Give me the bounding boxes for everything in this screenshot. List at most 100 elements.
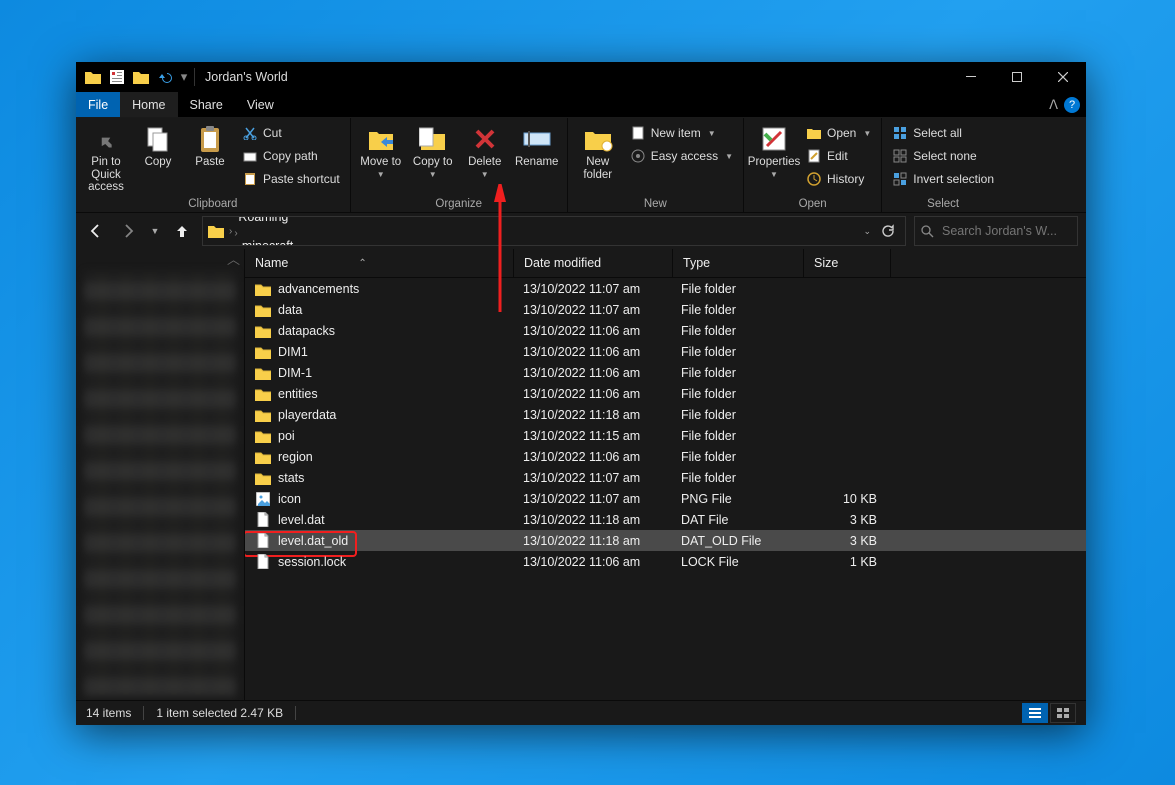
addr-dropdown-icon[interactable]: ⌄ [863, 226, 871, 237]
file-name: level.dat_old [278, 534, 348, 548]
file-type: File folder [671, 387, 801, 401]
file-row[interactable]: entities13/10/2022 11:06 amFile folder [245, 383, 1086, 404]
select-none-button[interactable]: Select none [888, 145, 998, 167]
nav-forward-button[interactable] [116, 219, 140, 243]
maximize-button[interactable] [994, 62, 1040, 92]
delete-button[interactable]: Delete ▼ [461, 120, 509, 179]
addr-folder-icon [207, 222, 225, 240]
addr-chevron-icon[interactable]: › [229, 226, 232, 237]
file-name: advancements [278, 282, 359, 296]
copy-icon [143, 124, 173, 154]
file-type: DAT_OLD File [671, 534, 801, 548]
copy-to-icon [418, 124, 448, 154]
new-folder-button[interactable]: New folder [574, 120, 622, 181]
file-row[interactable]: DIM113/10/2022 11:06 amFile folder [245, 341, 1086, 362]
nav-up-button[interactable] [170, 219, 194, 243]
file-row[interactable]: playerdata13/10/2022 11:18 amFile folder [245, 404, 1086, 425]
file-type: LOCK File [671, 555, 801, 569]
file-type: File folder [671, 366, 801, 380]
copy-path-icon [242, 148, 258, 164]
nav-pane[interactable]: ︿ [76, 249, 245, 700]
properties-icon [759, 124, 789, 154]
file-name: DIM-1 [278, 366, 312, 380]
view-large-icons-button[interactable] [1050, 703, 1076, 723]
move-to-button[interactable]: Move to ▼ [357, 120, 405, 179]
view-details-button[interactable] [1022, 703, 1048, 723]
invert-selection-button[interactable]: Invert selection [888, 168, 998, 190]
cut-button[interactable]: Cut [238, 122, 344, 144]
file-row[interactable]: data13/10/2022 11:07 amFile folder [245, 299, 1086, 320]
select-all-icon [892, 125, 908, 141]
breadcrumb[interactable]: .minecraft [234, 239, 373, 247]
move-to-icon [366, 124, 396, 154]
search-box[interactable] [914, 216, 1078, 246]
new-item-icon [630, 125, 646, 141]
copy-path-button[interactable]: Copy path [238, 145, 344, 167]
address-bar[interactable]: › Jordan Jamieson-Mane›AppData›Roaming›.… [202, 216, 906, 246]
file-row[interactable]: advancements13/10/2022 11:07 amFile fold… [245, 278, 1086, 299]
rows-container: advancements13/10/2022 11:07 amFile fold… [245, 278, 1086, 700]
qat-new-folder-icon[interactable] [130, 66, 152, 88]
col-header-type[interactable]: Type [673, 249, 804, 277]
folder-icon [255, 470, 271, 486]
file-type: File folder [671, 345, 801, 359]
tab-view[interactable]: View [235, 92, 286, 117]
close-button[interactable] [1040, 62, 1086, 92]
search-icon [921, 225, 934, 238]
qat-undo-icon[interactable] [154, 66, 176, 88]
chevron-right-icon[interactable]: › [234, 228, 237, 239]
file-row[interactable]: session.lock13/10/2022 11:06 amLOCK File… [245, 551, 1086, 572]
help-icon[interactable]: ? [1064, 97, 1080, 113]
new-item-button[interactable]: New item▼ [626, 122, 737, 144]
tab-file[interactable]: File [76, 92, 120, 117]
file-row[interactable]: level.dat_old13/10/2022 11:18 amDAT_OLD … [245, 530, 1086, 551]
breadcrumb[interactable]: Roaming [234, 216, 373, 224]
nav-back-button[interactable] [84, 219, 108, 243]
col-header-size[interactable]: Size [804, 249, 891, 277]
nav-recent-dropdown[interactable]: ▼ [148, 219, 162, 243]
paste-shortcut-button[interactable]: Paste shortcut [238, 168, 344, 190]
rename-button[interactable]: Rename [513, 120, 561, 169]
file-row[interactable]: stats13/10/2022 11:07 amFile folder [245, 467, 1086, 488]
minimize-button[interactable] [948, 62, 994, 92]
edit-icon [806, 148, 822, 164]
file-row[interactable]: region13/10/2022 11:06 amFile folder [245, 446, 1086, 467]
qat-properties-icon[interactable] [106, 66, 128, 88]
edit-button[interactable]: Edit [802, 145, 875, 167]
copy-to-button[interactable]: Copy to ▼ [409, 120, 457, 179]
file-row[interactable]: DIM-113/10/2022 11:06 amFile folder [245, 362, 1086, 383]
col-header-date[interactable]: Date modified [514, 249, 673, 277]
ribbon-group-clipboard: Pin to Quick access Copy Paste Cut Copy … [76, 118, 351, 212]
rename-icon [522, 124, 552, 154]
search-input[interactable] [940, 223, 1071, 239]
file-row[interactable]: datapacks13/10/2022 11:06 amFile folder [245, 320, 1086, 341]
tab-home[interactable]: Home [120, 92, 177, 117]
ribbon: Pin to Quick access Copy Paste Cut Copy … [76, 118, 1086, 213]
file-icon [255, 554, 271, 570]
history-button[interactable]: History [802, 168, 875, 190]
file-row[interactable]: level.dat13/10/2022 11:18 amDAT File3 KB [245, 509, 1086, 530]
explorer-window: ▾ Jordan's World File Home Share View ᐱ … [76, 62, 1086, 725]
file-date: 13/10/2022 11:06 am [513, 450, 671, 464]
pin-to-quick-access-button[interactable]: Pin to Quick access [82, 120, 130, 194]
tab-share[interactable]: Share [178, 92, 235, 117]
file-row[interactable]: icon13/10/2022 11:07 amPNG File10 KB [245, 488, 1086, 509]
file-type: File folder [671, 408, 801, 422]
file-type: File folder [671, 303, 801, 317]
sidebar-scroll-up[interactable]: ︿ [76, 249, 244, 267]
select-all-button[interactable]: Select all [888, 122, 998, 144]
paste-shortcut-icon [242, 171, 258, 187]
col-header-name[interactable]: Name⌃ [245, 249, 514, 277]
open-button[interactable]: Open▼ [802, 122, 875, 144]
nav-pane-blurred [84, 271, 236, 696]
file-name: region [278, 450, 313, 464]
paste-button[interactable]: Paste [186, 120, 234, 169]
ribbon-collapse-icon[interactable]: ᐱ [1049, 97, 1058, 113]
properties-button[interactable]: Properties ▼ [750, 120, 798, 179]
qat-dropdown-icon[interactable]: ▾ [178, 66, 190, 88]
file-row[interactable]: poi13/10/2022 11:15 amFile folder [245, 425, 1086, 446]
file-type: DAT File [671, 513, 801, 527]
easy-access-button[interactable]: Easy access▼ [626, 145, 737, 167]
copy-button[interactable]: Copy [134, 120, 182, 169]
refresh-button[interactable] [881, 224, 895, 238]
